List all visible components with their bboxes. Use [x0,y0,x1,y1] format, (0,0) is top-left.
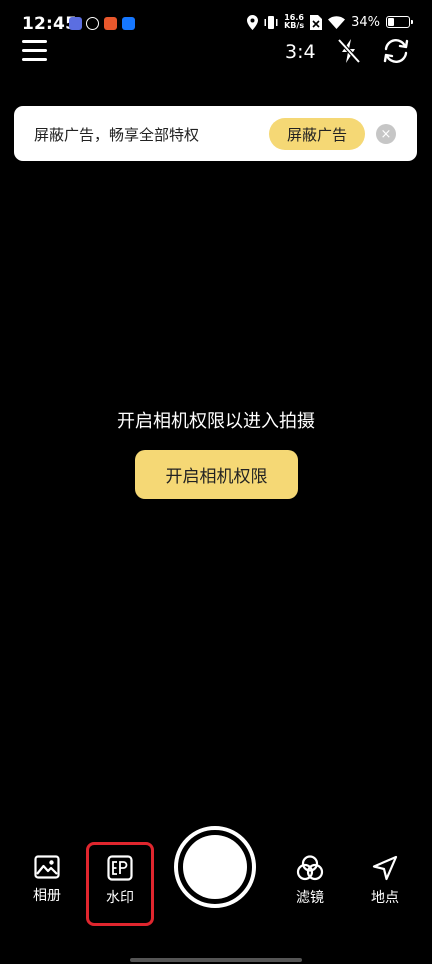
swirl-app-icon [86,17,99,30]
block-ads-button[interactable]: 屏蔽广告 [269,118,365,150]
filter-label: 滤镜 [296,890,324,906]
enable-camera-permission-button[interactable]: 开启相机权限 [135,450,298,499]
net-speed: 16.6 KB/s [284,13,305,30]
permission-message: 开启相机权限以进入拍摄 [117,411,315,432]
aspect-ratio-button[interactable]: 3:4 [285,41,316,63]
home-indicator[interactable] [130,958,302,962]
switch-camera-icon[interactable] [382,37,410,65]
close-icon[interactable]: × [376,124,396,144]
ad-banner: 屏蔽广告，畅享全部特权 屏蔽广告 × [14,106,417,161]
wifi-icon [328,16,346,29]
battery-percent: 34% [351,14,380,30]
status-indicators: 16.6 KB/s 34% [247,13,413,30]
location-label: 地点 [371,890,399,906]
location-button[interactable]: 地点 [355,855,415,907]
album-label: 相册 [33,888,61,904]
menu-icon[interactable] [22,40,47,62]
flash-off-icon[interactable] [336,37,362,65]
image-icon [34,855,60,879]
highlight-box [86,842,154,926]
filter-icon [296,855,324,881]
battery-icon [386,16,413,28]
vibrate-icon [264,15,278,29]
alipay-app-icon [122,17,135,30]
location-pin-icon [247,14,259,30]
sim-off-icon [310,14,323,30]
ad-text: 屏蔽广告，畅享全部特权 [34,126,200,144]
shutter-button[interactable] [174,826,256,908]
red-app-icon [104,17,117,30]
filter-button[interactable]: 滤镜 [280,855,340,907]
album-button[interactable]: 相册 [17,855,77,905]
navigation-icon [372,855,398,881]
video-app-icon [69,17,82,30]
